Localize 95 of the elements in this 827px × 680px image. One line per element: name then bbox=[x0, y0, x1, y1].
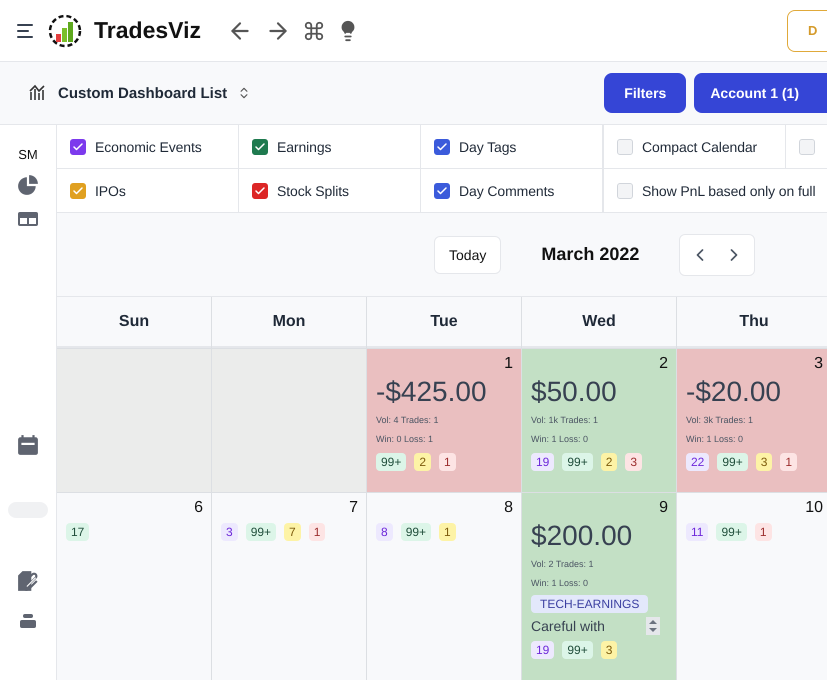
day-pnl: $50.00 bbox=[531, 375, 617, 409]
day-cell[interactable]: 10 11 99+ 1 bbox=[677, 493, 827, 680]
day-cell[interactable]: 6 17 bbox=[57, 493, 211, 680]
event-count-badge[interactable]: 3 bbox=[625, 453, 642, 471]
weekday-header: Tue bbox=[367, 297, 521, 348]
logo-icon bbox=[48, 14, 82, 48]
month-title: March 2022 bbox=[541, 244, 640, 265]
command-icon[interactable] bbox=[302, 20, 325, 42]
event-count-badge[interactable]: 1 bbox=[439, 523, 456, 541]
day-number: 8 bbox=[504, 499, 513, 517]
event-count-badge[interactable]: 3 bbox=[600, 641, 618, 659]
event-count-badge[interactable]: 1 bbox=[308, 523, 326, 541]
check-icon bbox=[436, 140, 448, 152]
day-tag: TECH-EARNINGS bbox=[531, 595, 648, 613]
day-pnl: -$20.00 bbox=[686, 375, 781, 409]
day-number: 6 bbox=[194, 499, 203, 517]
event-count-badge[interactable]: 99+ bbox=[562, 641, 593, 659]
day-stats: Win: 1 Loss: 0 bbox=[686, 434, 744, 444]
pie-chart-icon[interactable] bbox=[17, 174, 39, 196]
day-cell[interactable]: 3 -$20.00 Vol: 3k Trades: 1 Win: 1 Loss: 0 22 99+ 3 1 bbox=[677, 349, 827, 492]
day-stats: Win: 1 Loss: 0 bbox=[531, 434, 590, 444]
day-cell[interactable]: 7 3 99+ 7 1 bbox=[212, 493, 366, 680]
day-number: 3 bbox=[814, 355, 823, 373]
filter-label: Earnings bbox=[277, 138, 332, 154]
app-name: TradesViz bbox=[94, 17, 201, 44]
day-stats: Vol: 2 Trades: 1 bbox=[531, 559, 595, 569]
event-count-badge[interactable]: 8 bbox=[376, 523, 393, 541]
attachment-note-icon[interactable] bbox=[17, 570, 39, 592]
event-count-badge[interactable]: 99+ bbox=[376, 453, 406, 471]
calendar-icon[interactable] bbox=[17, 434, 39, 456]
filter-label: Day Tags bbox=[459, 138, 516, 154]
day-pnl: $200.00 bbox=[531, 519, 632, 553]
weekday-header: Thu bbox=[677, 297, 827, 348]
event-count-badge[interactable]: 3 bbox=[221, 523, 238, 541]
day-stats: Vol: 1k Trades: 1 bbox=[531, 415, 600, 425]
filter-checkbox[interactable] bbox=[252, 138, 268, 154]
check-icon bbox=[254, 184, 266, 196]
event-count-badge[interactable]: 11 bbox=[686, 523, 708, 541]
event-count-badge[interactable]: 99+ bbox=[562, 453, 593, 471]
event-count-badge[interactable]: 99+ bbox=[246, 523, 276, 541]
dashboard-list-label[interactable]: Custom Dashboard List bbox=[58, 84, 228, 102]
day-cell[interactable]: 8 8 99+ 1 bbox=[367, 493, 521, 680]
event-count-badge[interactable]: 7 bbox=[284, 523, 301, 541]
day-number: 7 bbox=[349, 499, 358, 517]
filter-label: Compact Calendar bbox=[642, 138, 758, 154]
event-count-badge[interactable]: 1 bbox=[780, 453, 798, 471]
event-count-badge[interactable]: 2 bbox=[414, 453, 432, 471]
day-number: 9 bbox=[659, 499, 668, 517]
check-icon bbox=[72, 140, 84, 152]
day-number: 10 bbox=[805, 499, 823, 517]
event-count-badge[interactable]: 1 bbox=[754, 523, 772, 541]
event-count-badge[interactable]: 1 bbox=[439, 453, 456, 471]
filter-checkbox[interactable] bbox=[70, 182, 86, 198]
day-cell[interactable]: 1 -$425.00 Vol: 4 Trades: 1 Win: 0 Loss: 1 99+ 2 1 bbox=[367, 349, 521, 492]
event-count-badge[interactable]: 99+ bbox=[400, 523, 432, 541]
event-count-badge[interactable]: 22 bbox=[686, 453, 710, 471]
check-icon bbox=[72, 184, 84, 196]
toolbar-button[interactable]: Account 1 (1) bbox=[694, 73, 827, 113]
event-count-badge[interactable]: 19 bbox=[531, 641, 554, 659]
event-count-badge[interactable]: 2 bbox=[600, 453, 618, 471]
day-comment: Careful with bbox=[531, 618, 605, 634]
stack-icon[interactable] bbox=[18, 612, 38, 630]
toolbar-button[interactable]: Filters bbox=[604, 73, 686, 113]
filter-checkbox[interactable] bbox=[434, 138, 450, 154]
event-count-badge[interactable]: 3 bbox=[756, 453, 772, 471]
day-cell[interactable]: 2 $50.00 Vol: 1k Trades: 1 Win: 1 Loss: 0 19 99+ 2 3 bbox=[522, 349, 676, 492]
check-icon bbox=[436, 184, 448, 196]
day-stats: Vol: 3k Trades: 1 bbox=[686, 415, 754, 425]
filter-label: IPOs bbox=[95, 182, 126, 198]
weekday-header: Wed bbox=[522, 297, 676, 348]
filter-label: Show PnL based only on full bbox=[642, 182, 816, 198]
day-number: 2 bbox=[659, 355, 668, 373]
event-count-badge[interactable]: 19 bbox=[531, 453, 554, 471]
event-count-badge[interactable]: 99+ bbox=[716, 523, 747, 541]
weekday-header: Sun bbox=[57, 297, 211, 348]
day-stats: Win: 1 Loss: 0 bbox=[531, 578, 590, 588]
table-icon[interactable] bbox=[17, 210, 39, 228]
scroll-arrows-icon bbox=[646, 617, 660, 635]
day-stats: Win: 0 Loss: 1 bbox=[376, 434, 434, 444]
event-count-badge[interactable]: 99+ bbox=[717, 453, 748, 471]
check-icon bbox=[254, 140, 266, 152]
weekday-header: Mon bbox=[212, 297, 366, 348]
day-stats: Vol: 4 Trades: 1 bbox=[376, 415, 440, 425]
filter-label: Day Comments bbox=[459, 182, 554, 198]
filter-checkbox[interactable] bbox=[70, 138, 86, 154]
filter-checkbox[interactable] bbox=[434, 182, 450, 198]
filter-checkbox[interactable] bbox=[252, 182, 268, 198]
filter-label: Economic Events bbox=[95, 138, 202, 154]
sidebar-label[interactable]: SM bbox=[18, 147, 38, 162]
filter-label: Stock Splits bbox=[277, 182, 349, 198]
day-pnl: -$425.00 bbox=[376, 375, 487, 409]
event-count-badge[interactable]: 17 bbox=[66, 523, 90, 541]
day-number: 1 bbox=[504, 355, 513, 373]
day-cell[interactable]: 9 $200.00 Vol: 2 Trades: 1 Win: 1 Loss: 0 TECH-EARNINGS Careful with 19 99+ 3 bbox=[522, 493, 676, 680]
today-button[interactable]: Today bbox=[434, 236, 502, 274]
